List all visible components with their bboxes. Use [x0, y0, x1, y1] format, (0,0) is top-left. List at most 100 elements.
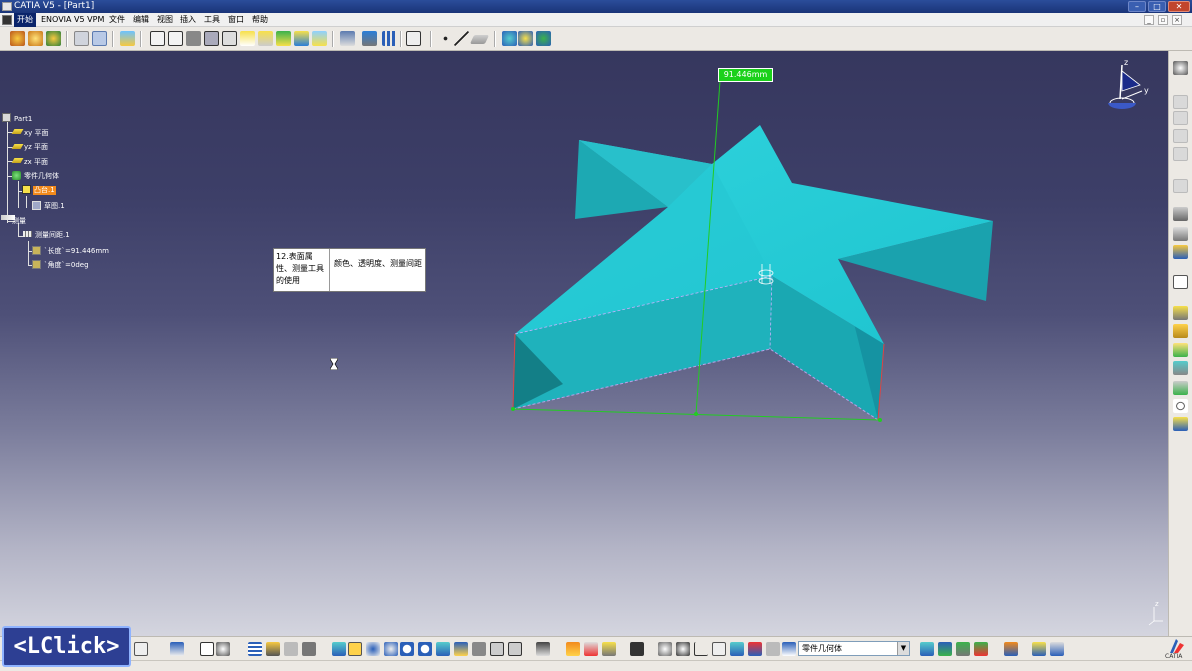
- select-icon[interactable]: [1173, 179, 1188, 193]
- measure-table-icon[interactable]: [712, 642, 726, 656]
- shading-icon[interactable]: [472, 642, 486, 656]
- menu-start[interactable]: 开始: [14, 13, 36, 27]
- doc-restore-button[interactable]: ▫: [1158, 15, 1168, 25]
- pattern-icon[interactable]: [382, 31, 397, 46]
- pocket-icon[interactable]: [28, 31, 43, 46]
- view-icon[interactable]: [92, 31, 107, 46]
- depth-icon[interactable]: [676, 642, 690, 656]
- thread-icon[interactable]: [240, 31, 255, 46]
- menu-tools[interactable]: 工具: [201, 13, 223, 27]
- measure-tool-icon[interactable]: [730, 642, 744, 656]
- menu-file[interactable]: 文件: [106, 13, 128, 27]
- point-icon[interactable]: [438, 31, 453, 46]
- formula-fx-icon[interactable]: [200, 642, 214, 656]
- replace-face-icon[interactable]: [276, 31, 291, 46]
- positioned-sketch-icon[interactable]: [1173, 111, 1188, 125]
- update-icon[interactable]: [1173, 61, 1188, 75]
- split-icon[interactable]: [294, 31, 309, 46]
- measure-inertia-icon[interactable]: [536, 31, 551, 46]
- boolean-icon[interactable]: [1173, 306, 1188, 320]
- camera-icon[interactable]: [630, 642, 644, 656]
- snap-icon[interactable]: [566, 642, 580, 656]
- star-model[interactable]: [0, 51, 1168, 636]
- add-icon[interactable]: [1173, 324, 1188, 338]
- thickness-icon[interactable]: [222, 31, 237, 46]
- line-icon[interactable]: [454, 31, 469, 46]
- whats-this-icon[interactable]: [170, 642, 184, 656]
- zoom-in-icon[interactable]: [400, 642, 414, 656]
- rotate-icon[interactable]: [384, 642, 398, 656]
- scan-icon[interactable]: [1050, 642, 1064, 656]
- sketch-tool-icon[interactable]: [1173, 95, 1188, 109]
- table-icon[interactable]: [248, 642, 262, 656]
- iso-view-icon[interactable]: [454, 642, 468, 656]
- layer-icon[interactable]: [120, 31, 135, 46]
- knowledge-icon[interactable]: [216, 642, 230, 656]
- tap-analysis-icon[interactable]: [974, 642, 988, 656]
- menu-view[interactable]: 视图: [154, 13, 176, 27]
- analysis-draft-icon[interactable]: [920, 642, 934, 656]
- dimension-label[interactable]: 91.446mm: [718, 68, 773, 82]
- mirror-icon[interactable]: [362, 31, 377, 46]
- grid-icon[interactable]: [766, 642, 780, 656]
- apply-material-bottom-icon[interactable]: [1032, 642, 1046, 656]
- material-icon[interactable]: [602, 642, 616, 656]
- union-trim-icon[interactable]: [1173, 381, 1188, 395]
- fly-mode-icon[interactable]: [332, 642, 346, 656]
- formula-icon[interactable]: [1173, 275, 1188, 289]
- plane-icon[interactable]: [469, 35, 490, 44]
- pan-icon[interactable]: [366, 642, 380, 656]
- maximize-button[interactable]: □: [1148, 1, 1166, 12]
- swap-icon[interactable]: [508, 642, 522, 656]
- compass-icon[interactable]: z y: [1100, 58, 1150, 111]
- document-icon[interactable]: [2, 15, 12, 25]
- scale-icon[interactable]: [406, 31, 421, 46]
- doc-minimize-button[interactable]: _: [1144, 15, 1154, 25]
- constraint-icon[interactable]: [1173, 207, 1188, 221]
- menu-edit[interactable]: 编辑: [130, 13, 152, 27]
- thread-analysis-icon[interactable]: [956, 642, 970, 656]
- menu-enovia[interactable]: ENOVIA V5 VPM: [38, 13, 107, 27]
- tools-palette-icon[interactable]: [1004, 642, 1018, 656]
- assemble-icon[interactable]: [1173, 343, 1188, 357]
- hide-icon[interactable]: [490, 642, 504, 656]
- axis-icon[interactable]: [1173, 399, 1188, 413]
- remove-lump-icon[interactable]: [1173, 417, 1188, 431]
- menu-window[interactable]: 窗口: [225, 13, 247, 27]
- remove-face-icon[interactable]: [258, 31, 273, 46]
- catia-app-icon[interactable]: [2, 2, 12, 11]
- hole-icon[interactable]: [1173, 129, 1188, 143]
- menu-insert[interactable]: 插入: [177, 13, 199, 27]
- hide-show-icon[interactable]: [284, 642, 298, 656]
- 3d-viewport[interactable]: Part1 xy 平面 yz 平面 zx 平面 零件几何体 凸台.1 草图.1 …: [0, 51, 1168, 636]
- analysis-icon[interactable]: [1173, 227, 1188, 241]
- intersect-icon[interactable]: [1173, 361, 1188, 375]
- catalog-icon[interactable]: [266, 642, 280, 656]
- close-button[interactable]: ✕: [1168, 1, 1190, 12]
- chamfer-icon[interactable]: [168, 31, 183, 46]
- thick-surface-icon[interactable]: [312, 31, 327, 46]
- active-body-select[interactable]: 零件几何体 ▼: [798, 641, 910, 656]
- normal-view-icon[interactable]: [436, 642, 450, 656]
- fit-all-icon[interactable]: [348, 642, 362, 656]
- undo-icon[interactable]: [134, 642, 148, 656]
- axis-tool-icon[interactable]: [694, 642, 708, 656]
- fillet-icon[interactable]: [150, 31, 165, 46]
- print-icon[interactable]: [536, 642, 550, 656]
- sketch-icon[interactable]: [74, 31, 89, 46]
- rib-icon[interactable]: [1173, 147, 1188, 161]
- shaft-icon[interactable]: [46, 31, 61, 46]
- swap-visible-icon[interactable]: [302, 642, 316, 656]
- measure-inertia-bottom-icon[interactable]: [748, 642, 762, 656]
- minimize-button[interactable]: –: [1128, 1, 1146, 12]
- curvature-icon[interactable]: [938, 642, 952, 656]
- transform-icon[interactable]: [340, 31, 355, 46]
- zoom-out-icon[interactable]: [418, 642, 432, 656]
- measure-between-icon[interactable]: [502, 31, 517, 46]
- pad-icon[interactable]: [10, 31, 25, 46]
- shell-icon[interactable]: [204, 31, 219, 46]
- define-work-object-icon[interactable]: [782, 642, 796, 656]
- measure-item-icon[interactable]: [518, 31, 533, 46]
- draft-icon[interactable]: [186, 31, 201, 46]
- render-icon[interactable]: [584, 642, 598, 656]
